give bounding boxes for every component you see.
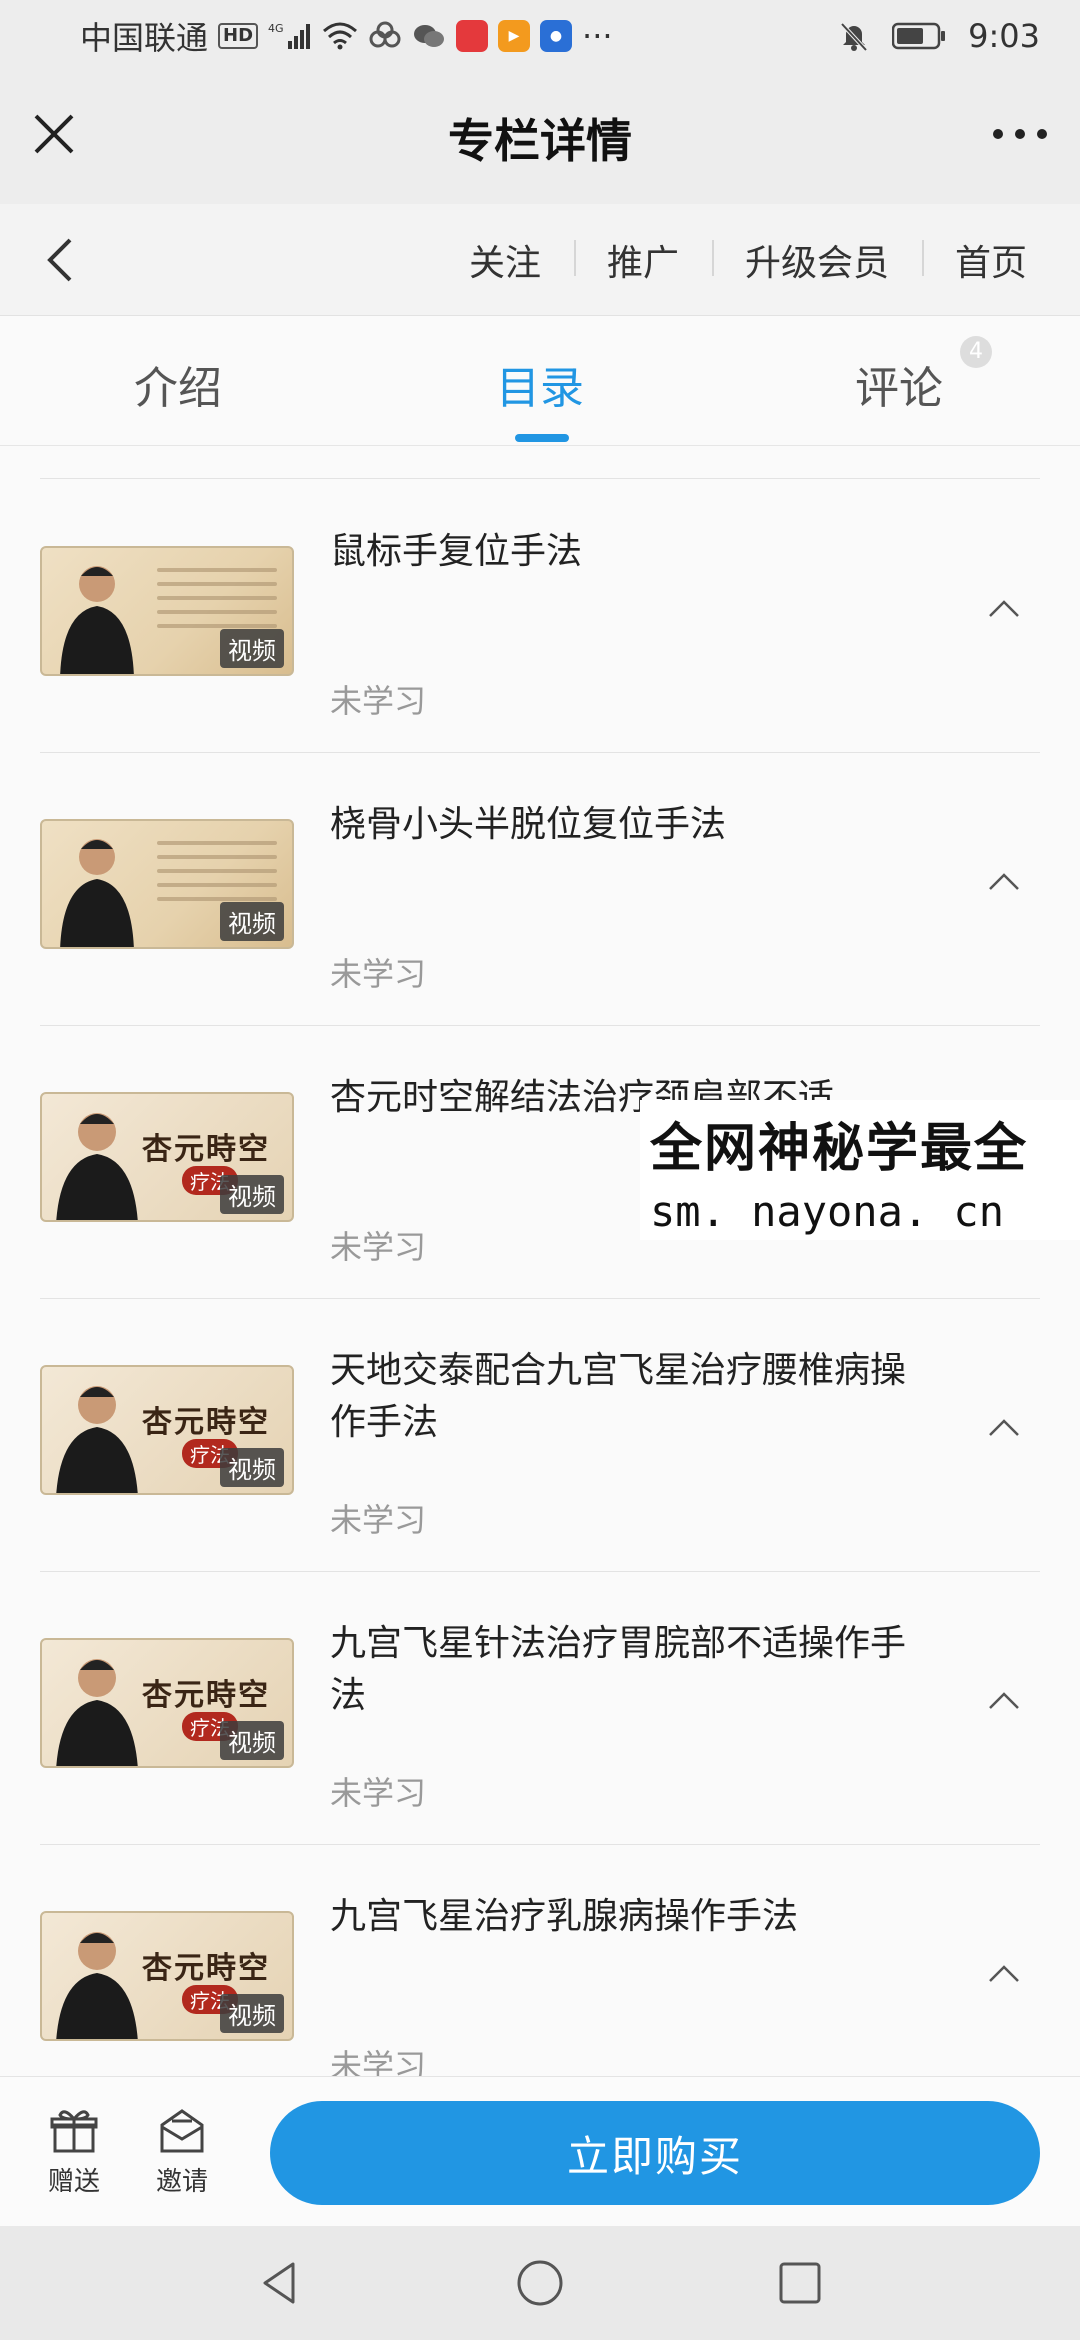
wifi-icon: [322, 21, 358, 51]
list-item[interactable]: 杏元時空 疗法 视频 天地交泰配合九宫飞星治疗腰椎病操作手法 未学习: [40, 1299, 1040, 1572]
video-thumbnail: 杏元時空 疗法 视频: [40, 1365, 294, 1495]
promote-link[interactable]: 推广: [573, 234, 712, 286]
item-title: 九宫飞星针法治疗胃脘部不适操作手法: [330, 1623, 907, 1716]
invite-button[interactable]: 邀请: [142, 2107, 222, 2198]
list-item[interactable]: 视频 桡骨小头半脱位复位手法 未学习: [40, 753, 1040, 1026]
home-link[interactable]: 首页: [921, 234, 1060, 286]
bulb-app-icon: ●: [540, 20, 573, 52]
item-title: 桡骨小头半脱位复位手法: [330, 804, 727, 845]
signal-icon: 4G: [268, 21, 312, 51]
video-tag: 视频: [220, 1175, 284, 1214]
item-status: 未学习: [330, 955, 427, 993]
status-bar: 中国联通 HD 4G ▶ ● ··· 9:03: [0, 0, 1080, 72]
video-app-icon: ▶: [498, 20, 531, 52]
video-tag: 视频: [220, 1721, 284, 1760]
invite-mail-icon: [160, 2109, 204, 2153]
comment-count-badge: 4: [960, 336, 992, 368]
presenter-image: [56, 1932, 138, 2039]
list-item[interactable]: 杏元時空 疗法 视频 九宫飞星针法治疗胃脘部不适操作手法 未学习: [40, 1572, 1040, 1845]
bottom-action-bar: 赠送 邀请 立即购买: [0, 2076, 1080, 2226]
svg-text:4G: 4G: [268, 22, 284, 35]
page-title: 专栏详情: [448, 114, 632, 168]
item-status: 未学习: [330, 1774, 427, 1812]
divider: [40, 478, 1040, 479]
item-title: 天地交泰配合九宫飞星治疗腰椎病操作手法: [330, 1350, 907, 1443]
item-title: 鼠标手复位手法: [330, 531, 583, 572]
thumb-title: 杏元時空: [142, 1678, 270, 1713]
chevron-up-icon[interactable]: [988, 598, 1020, 618]
back-icon[interactable]: [40, 234, 80, 286]
upgrade-member-link[interactable]: 升级会员: [711, 234, 922, 286]
presenter-image: [56, 1386, 138, 1493]
presenter-image: [56, 1659, 138, 1766]
item-status: 未学习: [330, 1228, 427, 1266]
more-menu-icon[interactable]: [990, 112, 1050, 156]
nav-home-icon[interactable]: [515, 2258, 565, 2308]
active-tab-indicator: [515, 434, 569, 442]
video-thumbnail: 视频: [40, 546, 294, 676]
video-tag: 视频: [220, 1448, 284, 1487]
list-item[interactable]: 杏元時空 疗法 视频 九宫飞星治疗乳腺病操作手法 未学习: [40, 1845, 1040, 2076]
wechat-icon: [412, 21, 446, 51]
item-status: 未学习: [330, 2047, 427, 2076]
watermark-line1: 全网神秘学最全: [650, 1119, 1029, 1179]
watermark-overlay: 全网神秘学最全 sm. nayona. cn: [640, 1100, 1080, 1240]
carrier-label: 中国联通: [80, 19, 209, 57]
nav-back-icon[interactable]: [255, 2258, 305, 2308]
tab-comments[interactable]: 评论: [855, 352, 943, 416]
nav-recent-icon[interactable]: [775, 2258, 825, 2308]
gift-icon: [50, 2110, 98, 2153]
video-thumbnail: 杏元時空 疗法 视频: [40, 1638, 294, 1768]
item-status: 未学习: [330, 1501, 427, 1539]
presenter-image: [60, 839, 134, 947]
video-thumbnail: 杏元時空 疗法 视频: [40, 1092, 294, 1222]
battery-icon: [892, 22, 946, 50]
thumb-text-lines: [157, 568, 277, 638]
item-status: 未学习: [330, 682, 427, 720]
catalog-list: 视频 鼠标手复位手法 未学习 视频 桡骨小头半脱位复位手法 未学习 杏元時空 疗…: [0, 446, 1080, 2076]
invite-label: 邀请: [155, 2167, 208, 2197]
thumb-title: 杏元時空: [142, 1405, 270, 1440]
cloud-app-icon: [368, 21, 402, 51]
list-item[interactable]: 视频 鼠标手复位手法 未学习: [40, 480, 1040, 753]
gift-label: 赠送: [47, 2167, 100, 2197]
thumb-title: 杏元時空: [142, 1132, 270, 1167]
video-tag: 视频: [220, 629, 284, 668]
video-tag: 视频: [220, 1994, 284, 2033]
tab-bar: 介绍 目录 评论: [0, 316, 1080, 446]
tab-intro[interactable]: 介绍: [134, 352, 222, 416]
video-tag: 视频: [220, 902, 284, 941]
thumb-text-lines: [157, 841, 277, 911]
buy-now-button[interactable]: 立即购买: [270, 2101, 1040, 2205]
title-bar: 专栏详情: [0, 72, 1080, 204]
item-title: 九宫飞星治疗乳腺病操作手法: [330, 1896, 799, 1937]
chevron-up-icon[interactable]: [988, 1963, 1020, 1983]
watermark-line2: sm. nayona. cn: [650, 1187, 1005, 1236]
presenter-image: [56, 1113, 138, 1220]
thumb-title: 杏元時空: [142, 1951, 270, 1986]
close-icon[interactable]: [32, 112, 76, 156]
chevron-up-icon[interactable]: [988, 1417, 1020, 1437]
mute-bell-icon: [838, 20, 870, 52]
chevron-up-icon[interactable]: [988, 1690, 1020, 1710]
hd-icon: HD: [218, 23, 259, 49]
gift-button[interactable]: 赠送: [34, 2107, 114, 2198]
tab-catalog[interactable]: 目录: [496, 352, 584, 416]
follow-link[interactable]: 关注: [436, 234, 574, 286]
system-navigation-bar: [0, 2226, 1080, 2340]
more-notifications: ···: [582, 17, 613, 55]
chevron-up-icon[interactable]: [988, 871, 1020, 891]
clock: 9:03: [968, 17, 1040, 55]
video-thumbnail: 视频: [40, 819, 294, 949]
app-red-icon: [456, 20, 489, 52]
video-thumbnail: 杏元時空 疗法 视频: [40, 1911, 294, 2041]
presenter-image: [60, 566, 134, 674]
nav-links: 关注 推广 升级会员 首页: [436, 204, 1060, 316]
nav-bar: 关注 推广 升级会员 首页: [0, 204, 1080, 316]
